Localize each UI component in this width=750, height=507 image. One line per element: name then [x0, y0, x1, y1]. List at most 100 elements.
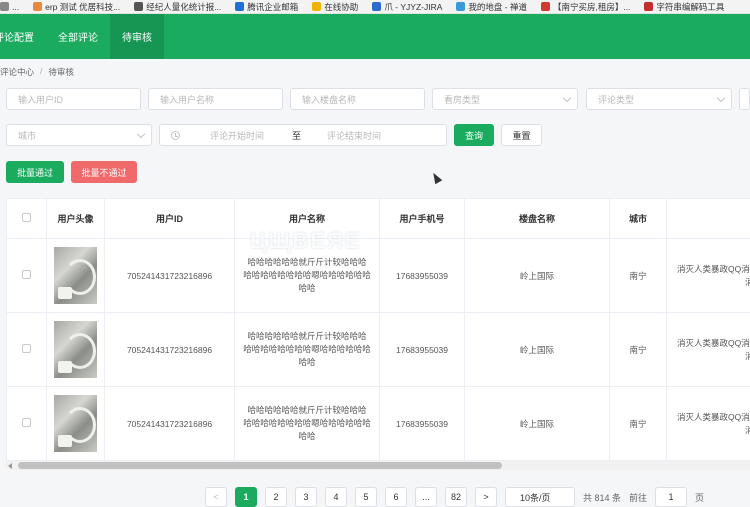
page-button[interactable]: 2: [265, 487, 287, 507]
bookmark-favicon-icon: [541, 2, 550, 11]
user-name-line: 哈哈哈哈哈哈哈哈嗯哈哈哈哈哈哈: [241, 269, 373, 282]
bookmark-favicon-icon: [33, 2, 42, 11]
comment-content-line: 消灭人类暴政QQ消灭: [677, 411, 750, 424]
comment-type-placeholder: 评论类型: [598, 93, 634, 106]
bookmark-item[interactable]: 【南宁买房,租房】...: [541, 1, 630, 13]
viewing-type-placeholder: 看房类型: [444, 93, 480, 106]
reset-button[interactable]: 重置: [501, 124, 542, 146]
comment-content-line: 消灭人类暴政QQ消灭: [677, 263, 750, 276]
batch-reject-button[interactable]: 批量不通过: [71, 161, 137, 183]
building-name-input[interactable]: 输入楼盘名称: [290, 88, 425, 110]
building-cell: 岭上国际: [465, 313, 610, 387]
row-select-cell[interactable]: [7, 239, 47, 313]
bookmark-favicon-icon: [644, 2, 653, 11]
tab-all-comments[interactable]: 全部评论: [46, 14, 110, 59]
user-name-cell: 哈哈哈哈哈哈就斤斤计较哈哈哈哈哈哈哈哈哈哈哈嗯哈哈哈哈哈哈哈哈: [235, 313, 380, 387]
breadcrumb-comment-center[interactable]: 评论中心: [0, 66, 34, 78]
avatar-cell: [47, 313, 105, 387]
row-select-cell[interactable]: [7, 313, 47, 387]
breadcrumb-current: 待审核: [48, 66, 74, 78]
avatar: [54, 247, 97, 304]
avatar-cell: [47, 239, 105, 313]
pagination: <123456...82>10条/页共 814 条前往1页: [205, 487, 704, 507]
phone-cell: 17683955039: [380, 387, 465, 461]
page-button[interactable]: 4: [325, 487, 347, 507]
bookmark-label: erp 测试 优居科技...: [45, 1, 120, 13]
tab-comment-config[interactable]: 评论配置: [0, 14, 46, 59]
bookmark-item[interactable]: 经纪人量化统计报...: [134, 1, 221, 13]
user-name-line: 哈哈哈哈哈哈哈哈嗯哈哈哈哈哈哈: [241, 343, 373, 356]
header-phone: 用户手机号: [380, 199, 465, 239]
page-button[interactable]: 3: [295, 487, 317, 507]
chevron-down-icon: [563, 94, 571, 102]
viewing-type-select[interactable]: 看房类型: [432, 88, 578, 110]
next-page-button[interactable]: >: [475, 487, 497, 507]
page-button[interactable]: ...: [415, 487, 437, 507]
range-separator: 至: [292, 129, 301, 142]
page-button[interactable]: 6: [385, 487, 407, 507]
bookmark-item[interactable]: 在线协助: [312, 1, 358, 13]
goto-page-input[interactable]: 1: [655, 487, 687, 507]
comment-content-line: 消: [677, 276, 750, 289]
page-button[interactable]: 5: [355, 487, 377, 507]
table-row: 705241431723216896哈哈哈哈哈哈就斤斤计较哈哈哈哈哈哈哈哈哈哈哈…: [7, 387, 750, 461]
comment-content-cell: 消灭人类暴政QQ消灭消: [667, 313, 750, 387]
user-name-cell: 哈哈哈哈哈哈就斤斤计较哈哈哈哈哈哈哈哈哈哈哈嗯哈哈哈哈哈哈哈哈: [235, 387, 380, 461]
query-button[interactable]: 查询: [454, 124, 494, 146]
scroll-left-arrow-icon[interactable]: [8, 463, 12, 469]
header-extra: [667, 199, 750, 239]
header-city: 城市: [610, 199, 667, 239]
row-checkbox[interactable]: [22, 418, 31, 427]
comment-content-line: 消: [677, 350, 750, 363]
pending-comments-table: 用户头像 用户ID 用户名称 用户手机号 楼盘名称 城市 70524143172…: [6, 198, 750, 470]
comment-content-line: 消灭人类暴政QQ消灭: [677, 337, 750, 350]
page-button[interactable]: 82: [445, 487, 467, 507]
chevron-down-icon: [717, 94, 725, 102]
avatar: [54, 321, 97, 378]
avatar: [54, 395, 97, 452]
breadcrumb-separator: /: [40, 66, 42, 78]
user-name-line: 哈哈: [241, 356, 373, 369]
prev-page-button[interactable]: <: [205, 487, 227, 507]
table-header-row: 用户头像 用户ID 用户名称 用户手机号 楼盘名称 城市: [7, 199, 750, 239]
user-name-line: 哈哈: [241, 430, 373, 443]
row-checkbox[interactable]: [22, 270, 31, 279]
bookmark-favicon-icon: [235, 2, 244, 11]
row-select-cell[interactable]: [7, 387, 47, 461]
bookmark-item[interactable]: 爪 - YJYZ-JIRA: [372, 1, 442, 13]
building-cell: 岭上国际: [465, 387, 610, 461]
goto-label: 前往: [629, 491, 647, 504]
scrollbar-thumb[interactable]: [18, 462, 502, 469]
city-cell: 南宁: [610, 313, 667, 387]
user-name-input[interactable]: 输入用户名称: [148, 88, 283, 110]
comment-date-range[interactable]: 评论开始时间 至 评论结束时间: [159, 124, 447, 146]
header-avatar: 用户头像: [47, 199, 105, 239]
bookmark-label: 字符串编解码工具: [656, 1, 724, 13]
bookmark-label: 经纪人量化统计报...: [146, 1, 221, 13]
user-id-input[interactable]: 输入用户ID: [6, 88, 141, 110]
bookmark-favicon-icon: [456, 2, 465, 11]
bookmark-label: 在线协助: [324, 1, 358, 13]
row-checkbox[interactable]: [22, 344, 31, 353]
select-all-cell[interactable]: [7, 199, 47, 239]
city-select[interactable]: 城市: [6, 124, 152, 146]
bookmark-label: 爪 - YJYZ-JIRA: [384, 1, 442, 13]
phone-cell: 17683955039: [380, 313, 465, 387]
tab-pending-review[interactable]: 待审核: [110, 14, 164, 59]
horizontal-scrollbar[interactable]: [6, 461, 750, 470]
bookmark-item[interactable]: ...: [0, 2, 19, 12]
bookmark-item[interactable]: 我的地盘 - 禅道: [456, 1, 527, 13]
user-name-line: 哈哈哈哈哈哈哈哈嗯哈哈哈哈哈哈: [241, 417, 373, 430]
select-all-checkbox[interactable]: [22, 213, 31, 222]
user-name-line: 哈哈哈哈哈哈就斤斤计较哈哈哈: [241, 256, 373, 269]
header-user-id: 用户ID: [105, 199, 235, 239]
bookmark-item[interactable]: 字符串编解码工具: [644, 1, 724, 13]
building-cell: 岭上国际: [465, 239, 610, 313]
batch-pass-button[interactable]: 批量通过: [6, 161, 64, 183]
bookmark-item[interactable]: erp 测试 优居科技...: [33, 1, 120, 13]
page-button[interactable]: 1: [235, 487, 257, 507]
bookmark-item[interactable]: 腾讯企业邮箱: [235, 1, 298, 13]
extra-filter-select[interactable]: [739, 88, 750, 110]
comment-type-select[interactable]: 评论类型: [586, 88, 732, 110]
page-size-select[interactable]: 10条/页: [505, 487, 575, 507]
